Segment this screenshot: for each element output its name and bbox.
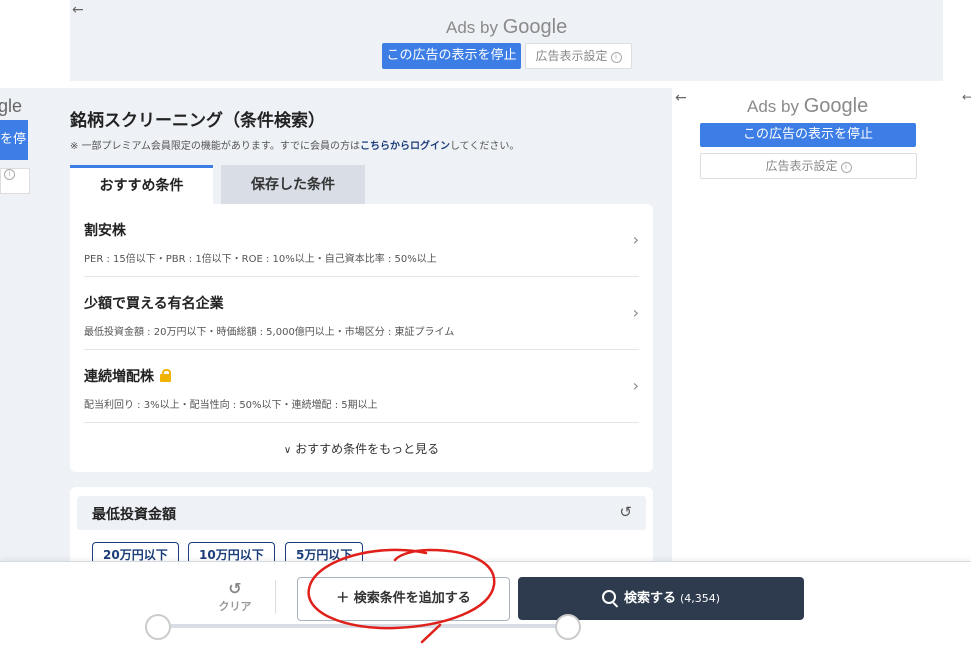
ad-back-arrow-icon[interactable]: ← bbox=[72, 2, 84, 18]
ad-settings-button[interactable]: 広告表示設定 i bbox=[700, 153, 917, 179]
ad-stop-button[interactable]: この広告の表示を停止 bbox=[700, 123, 916, 147]
tab-saved[interactable]: 保存した条件 bbox=[221, 165, 365, 205]
clear-label: クリア bbox=[218, 600, 252, 613]
ad-settings-button[interactable]: 広告表示設定 i bbox=[525, 43, 632, 69]
top-ad-banner: ← Ads by Google この広告の表示を停止 広告表示設定 i bbox=[70, 0, 943, 81]
result-count: (4,354) bbox=[679, 592, 721, 605]
reset-icon: ↺ bbox=[228, 579, 242, 598]
ads-by-google: Ads by Google bbox=[446, 16, 568, 38]
info-icon: i bbox=[610, 52, 622, 63]
search-icon bbox=[601, 590, 616, 604]
chevron-right-icon: › bbox=[632, 303, 639, 322]
chevron-down-icon: ∨ bbox=[283, 445, 292, 456]
info-icon: i bbox=[4, 169, 15, 180]
lock-icon bbox=[160, 369, 171, 382]
divider bbox=[275, 580, 276, 614]
page-title: 銘柄スクリーニング（条件検索） bbox=[70, 111, 325, 131]
section-header: 最低投資金額 ↺ bbox=[77, 496, 646, 530]
slider-max-handle[interactable] bbox=[555, 614, 581, 640]
ads-by-google: Ads by Google bbox=[747, 95, 869, 117]
ad-back-arrow-icon[interactable]: ← bbox=[675, 90, 687, 106]
list-item[interactable]: 割安株 PER : 15倍以下・PBR : 1倍以下・ROE : 10%以上・自… bbox=[84, 204, 639, 277]
left-ad-stop-button[interactable]: を停 bbox=[0, 120, 28, 160]
tab-recommended[interactable]: おすすめ条件 bbox=[70, 165, 213, 205]
condition-title: 連続増配株 bbox=[84, 366, 171, 386]
chevron-right-icon: › bbox=[632, 230, 639, 249]
premium-note: ※ 一部プレミアム会員限定の機能があります。すでに会員の方はこちらからログインし… bbox=[70, 141, 520, 152]
section-title: 最低投資金額 bbox=[92, 507, 176, 523]
chevron-right-icon: › bbox=[632, 376, 639, 395]
reset-icon[interactable]: ↺ bbox=[619, 503, 632, 521]
search-button[interactable]: 検索する (4,354) bbox=[518, 577, 804, 620]
list-item[interactable]: 少額で買える有名企業 最低投資金額 : 20万円以下・時価総額 : 5,000億… bbox=[84, 277, 639, 350]
condition-title: 割安株 bbox=[84, 223, 126, 239]
left-ad-google-text: gle bbox=[0, 96, 23, 116]
condition-desc: PER : 15倍以下・PBR : 1倍以下・ROE : 10%以上・自己資本比… bbox=[84, 254, 437, 265]
far-right-arrow-icon[interactable]: ← bbox=[962, 90, 971, 104]
info-icon: i bbox=[840, 162, 852, 173]
condition-title: 少額で買える有名企業 bbox=[84, 296, 224, 312]
ad-stop-button[interactable]: この広告の表示を停止 bbox=[382, 43, 521, 69]
show-more-link[interactable]: ∨ おすすめ条件をもっと見る bbox=[70, 440, 653, 457]
clear-button[interactable]: ↺ クリア bbox=[207, 580, 263, 620]
slider-min-handle[interactable] bbox=[145, 614, 171, 640]
left-ad-settings-button[interactable]: i bbox=[0, 168, 30, 194]
add-condition-button[interactable]: ＋ 検索条件を追加する bbox=[297, 577, 510, 621]
slider-track[interactable] bbox=[158, 624, 568, 628]
login-link[interactable]: こちらからログイン bbox=[360, 141, 450, 152]
recommended-list: 割安株 PER : 15倍以下・PBR : 1倍以下・ROE : 10%以上・自… bbox=[70, 204, 653, 472]
condition-desc: 配当利回り : 3%以上・配当性向 : 50%以下・連続増配 : 5期以上 bbox=[84, 400, 378, 411]
list-item[interactable]: 連続増配株 配当利回り : 3%以上・配当性向 : 50%以下・連続増配 : 5… bbox=[84, 350, 639, 423]
condition-desc: 最低投資金額 : 20万円以下・時価総額 : 5,000億円以上・市場区分 : … bbox=[84, 327, 455, 338]
